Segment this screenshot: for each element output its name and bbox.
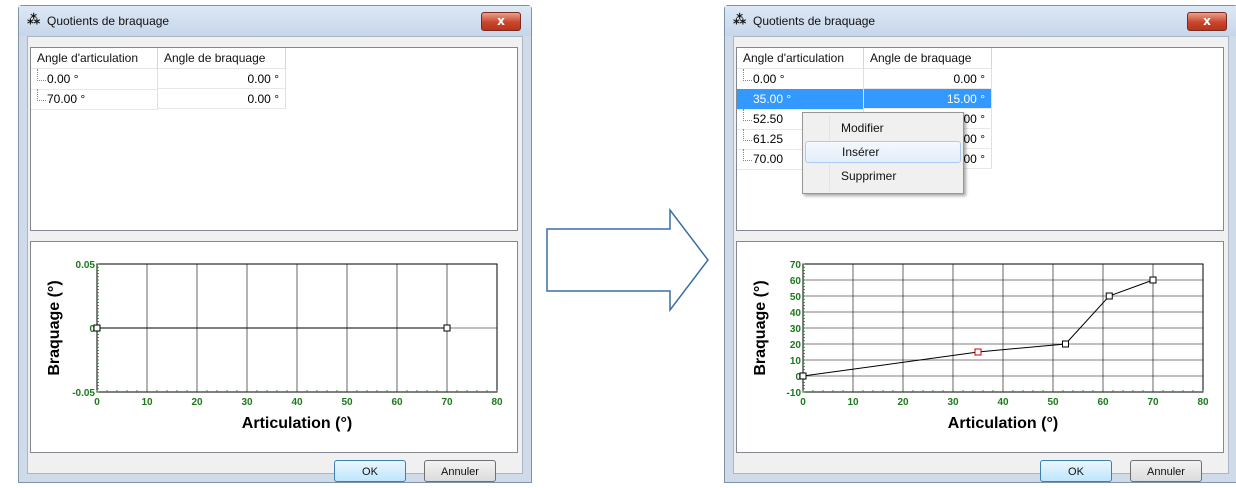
title-bar[interactable]: ⁂ Quotients de braquage x: [19, 6, 531, 36]
data-point-marker: [1062, 340, 1069, 348]
menu-item-supprimer[interactable]: Supprimer: [805, 165, 961, 187]
x-tick-label: 60: [391, 397, 403, 408]
tree-connector: [743, 89, 752, 101]
cell-articulation: 35.00 °: [737, 89, 864, 110]
data-point-marker: [443, 324, 451, 332]
braquage-value: 0.00 °: [158, 89, 286, 109]
x-tick-label: 60: [1097, 397, 1109, 408]
column-header-articulation[interactable]: Angle d'articulation: [737, 48, 864, 69]
angle-table[interactable]: Angle d'articulation Angle de braquage 0…: [30, 47, 518, 231]
dialog-client: Angle d'articulation Angle de braquage 0…: [733, 36, 1229, 482]
data-point-marker: [799, 372, 807, 380]
x-tick-label: 50: [341, 397, 353, 408]
y-tick-label: -10: [787, 388, 802, 399]
braquage-value: 0.00 °: [864, 69, 992, 89]
window-title: Quotients de braquage: [753, 14, 876, 28]
y-axis-title: Braquage (°): [46, 280, 63, 375]
column-header-braquage[interactable]: Angle de braquage: [158, 48, 286, 69]
x-tick-label: 0: [800, 397, 806, 408]
transition-arrow-icon: [546, 208, 709, 312]
x-tick-label: 40: [997, 397, 1009, 408]
steering-chart: 0 10 20 30 40 50 60 70 80-10010203040506070Artic…: [752, 260, 1209, 432]
close-button[interactable]: x: [481, 12, 521, 31]
cell-articulation: 0.00 °: [737, 69, 864, 90]
tree-connector: [37, 69, 46, 81]
dialog-after: ⁂ Quotients de braquage x Angle d'articu…: [724, 5, 1236, 483]
dialog-before: ⁂ Quotients de braquage x Angle d'articu…: [18, 5, 532, 483]
articulation-value: 70.00: [753, 152, 784, 166]
app-icon: ⁂: [27, 13, 41, 28]
y-tick-label: -0.05: [72, 388, 95, 399]
cancel-button[interactable]: Annuler: [424, 460, 496, 482]
window-title: Quotients de braquage: [47, 14, 170, 28]
articulation-value: 0.00 °: [47, 72, 79, 86]
context-menu: Modifier Insérer Supprimer: [802, 112, 964, 194]
steering-chart: 0 10 20 30 40 50 60 70 80-0.0500.05Articulation …: [46, 260, 503, 432]
chart-panel: 0 10 20 30 40 50 60 70 80 -0.05 0 0.05 Articulation …: [30, 241, 518, 453]
cell-articulation: 70.00 °: [31, 89, 158, 110]
menu-item-modifier[interactable]: Modifier: [805, 117, 961, 139]
cancel-button[interactable]: Annuler: [1130, 460, 1202, 482]
articulation-value: 0.00 °: [753, 72, 785, 86]
tree-connector: [743, 129, 752, 141]
x-axis-title: Articulation (°): [242, 415, 352, 432]
title-bar[interactable]: ⁂ Quotients de braquage x: [725, 6, 1236, 36]
y-axis-title: Braquage (°): [752, 280, 769, 375]
y-tick-label: 10: [790, 356, 802, 367]
column-header-articulation[interactable]: Angle d'articulation: [31, 48, 158, 69]
x-tick-label: 30: [947, 397, 959, 408]
close-button[interactable]: x: [1187, 12, 1227, 31]
x-tick-label: 50: [1047, 397, 1059, 408]
x-tick-label: 10: [847, 397, 859, 408]
x-tick-label: 70: [441, 397, 453, 408]
braquage-value: 0.00 °: [158, 69, 286, 89]
column-header-braquage[interactable]: Angle de braquage: [864, 48, 992, 69]
menu-item-inserer[interactable]: Insérer: [805, 141, 961, 163]
x-tick-label: 40: [291, 397, 303, 408]
data-point-marker: [1105, 292, 1113, 300]
x-tick-label: 20: [897, 397, 909, 408]
braquage-value: 15.00 °: [864, 89, 992, 109]
articulation-value: 35.00 °: [753, 92, 792, 106]
tree-connector: [743, 149, 752, 161]
x-tick-label: 10: [141, 397, 153, 408]
table-header: Angle d'articulation Angle de braquage: [737, 48, 992, 69]
articulation-value: 70.00 °: [47, 92, 86, 106]
ok-button[interactable]: OK: [1040, 460, 1112, 482]
x-tick-label: 80: [1197, 397, 1209, 408]
x-axis-title: Articulation (°): [948, 415, 1058, 432]
chart-panel: 0 10 20 30 40 50 60 70 80 -10 0 10 20 30 40 50 60 70 Artic…: [736, 241, 1224, 453]
y-tick-label: 40: [790, 308, 802, 319]
x-tick-label: 30: [241, 397, 253, 408]
y-tick-label: 30: [790, 324, 802, 335]
x-tick-label: 70: [1147, 397, 1159, 408]
articulation-value: 61.25: [753, 132, 784, 146]
x-tick-label: 0: [94, 397, 100, 408]
data-point-marker: [93, 324, 101, 332]
y-tick-label: 20: [790, 340, 802, 351]
x-tick-label: 80: [491, 397, 503, 408]
y-tick-label: 50: [790, 292, 802, 303]
dialog-client: Angle d'articulation Angle de braquage 0…: [27, 36, 523, 482]
tree-connector: [37, 89, 46, 101]
tree-connector: [743, 69, 752, 81]
x-tick-label: 20: [191, 397, 203, 408]
cell-articulation: 0.00 °: [31, 69, 158, 90]
ok-button[interactable]: OK: [334, 460, 406, 482]
app-icon: ⁂: [733, 13, 747, 28]
y-tick-label: 60: [790, 276, 802, 287]
y-tick-label: 0.05: [76, 260, 96, 271]
y-tick-label: 70: [790, 260, 802, 271]
data-point-marker: [1149, 276, 1157, 284]
tree-connector: [743, 109, 752, 121]
articulation-value: 52.50: [753, 112, 784, 126]
data-point-marker-selected: [974, 348, 982, 356]
table-header: Angle d'articulation Angle de braquage: [31, 48, 286, 69]
